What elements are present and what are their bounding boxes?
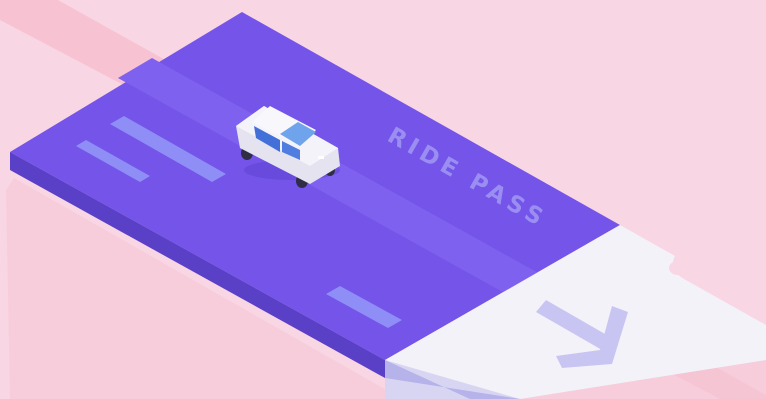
ride-pass-scene: RIDE PASS	[0, 0, 766, 399]
stub-notch	[669, 261, 687, 275]
ride-pass-illustration: RIDE PASS	[0, 0, 766, 399]
car-headlight	[318, 156, 324, 159]
